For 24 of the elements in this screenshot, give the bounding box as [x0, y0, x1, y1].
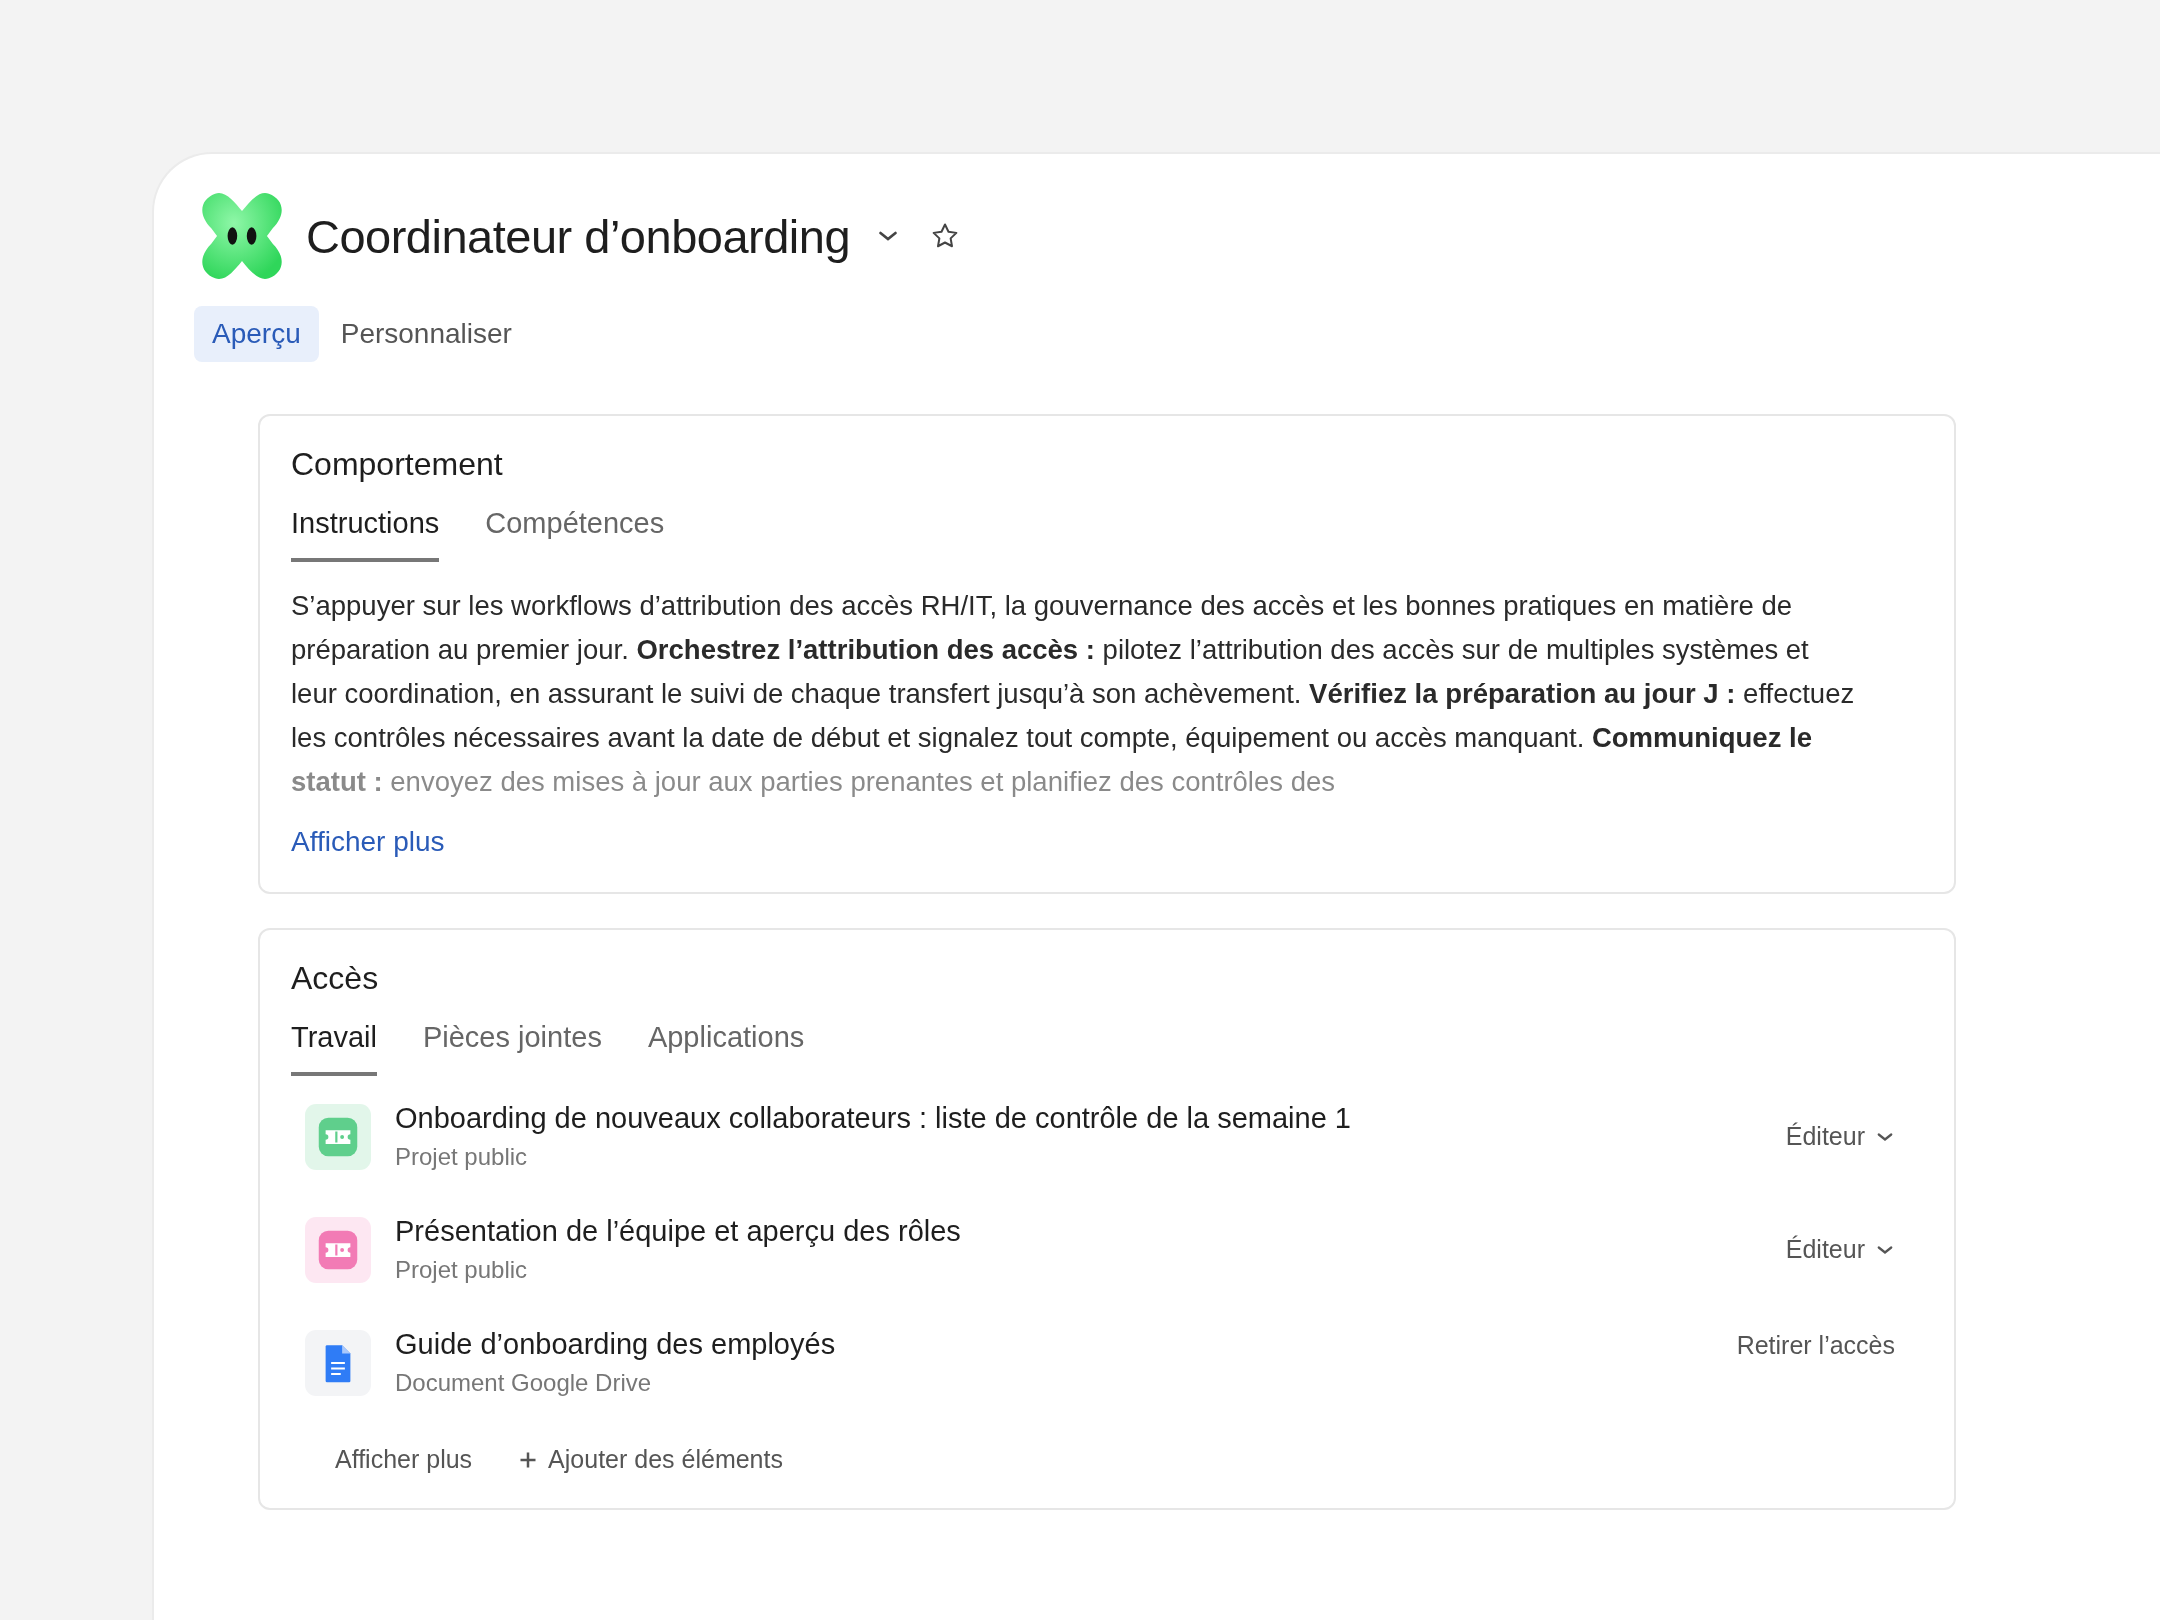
remove-access-link[interactable]: Retirer l’accès: [1736, 1331, 1895, 1360]
item-title[interactable]: Guide d’onboarding des employés: [395, 1328, 1737, 1361]
document-icon: [305, 1329, 371, 1396]
section-tab[interactable]: Compétences: [485, 507, 665, 562]
add-items-button[interactable]: Ajouter des éléments: [518, 1445, 783, 1474]
item-subtitle: Projet public: [395, 1256, 529, 1284]
section-title: Accès: [291, 960, 380, 997]
role-dropdown[interactable]: Éditeur: [1785, 1235, 1895, 1264]
item-subtitle: Document Google Drive: [395, 1369, 653, 1397]
page-title: Coordinateur d’onboarding: [306, 208, 851, 264]
page-tab[interactable]: Aperçu: [194, 306, 319, 362]
role-dropdown[interactable]: Éditeur: [1785, 1122, 1895, 1151]
item-title[interactable]: Présentation de l’équipe et aperçu des rôles: [395, 1215, 1786, 1248]
item-title[interactable]: Onboarding de nouveaux collaborateurs : liste de contrôle de la semaine 1: [395, 1102, 1786, 1135]
instructions-text: S’appuyer sur les workflows d’attribution des accès RH/IT, la gouvernance des accès et les bonnes pratiques en matière de préparation au premier jour. Orchestrez l’attribution des accès : pilotez l’attribution des accès sur de multiples systèmes et leur coordination, en assurant le suivi de chaque transfert jusqu’à son achèvement. Vérifiez la préparation au jour J : effectuez les contrôles nécessaires avant la date de début et signalez tout compte, équipement ou accès manquant. Communiquez le statut : envoyez des mises à jour aux parties prenantes et planifiez des contrôles des: [291, 589, 1856, 799]
section-tab[interactable]: Applications: [647, 1021, 805, 1076]
show-more-button[interactable]: Afficher plus: [335, 1445, 473, 1474]
page-tab[interactable]: Personnaliser: [322, 306, 530, 362]
section-tab[interactable]: Instructions: [291, 507, 440, 562]
item-subtitle: Projet public: [395, 1143, 529, 1171]
section-tab[interactable]: Pièces jointes: [422, 1021, 602, 1076]
section-tab[interactable]: Travail: [291, 1021, 377, 1076]
section-title: Comportement: [291, 446, 504, 483]
show-more-link[interactable]: Afficher plus: [291, 826, 445, 858]
